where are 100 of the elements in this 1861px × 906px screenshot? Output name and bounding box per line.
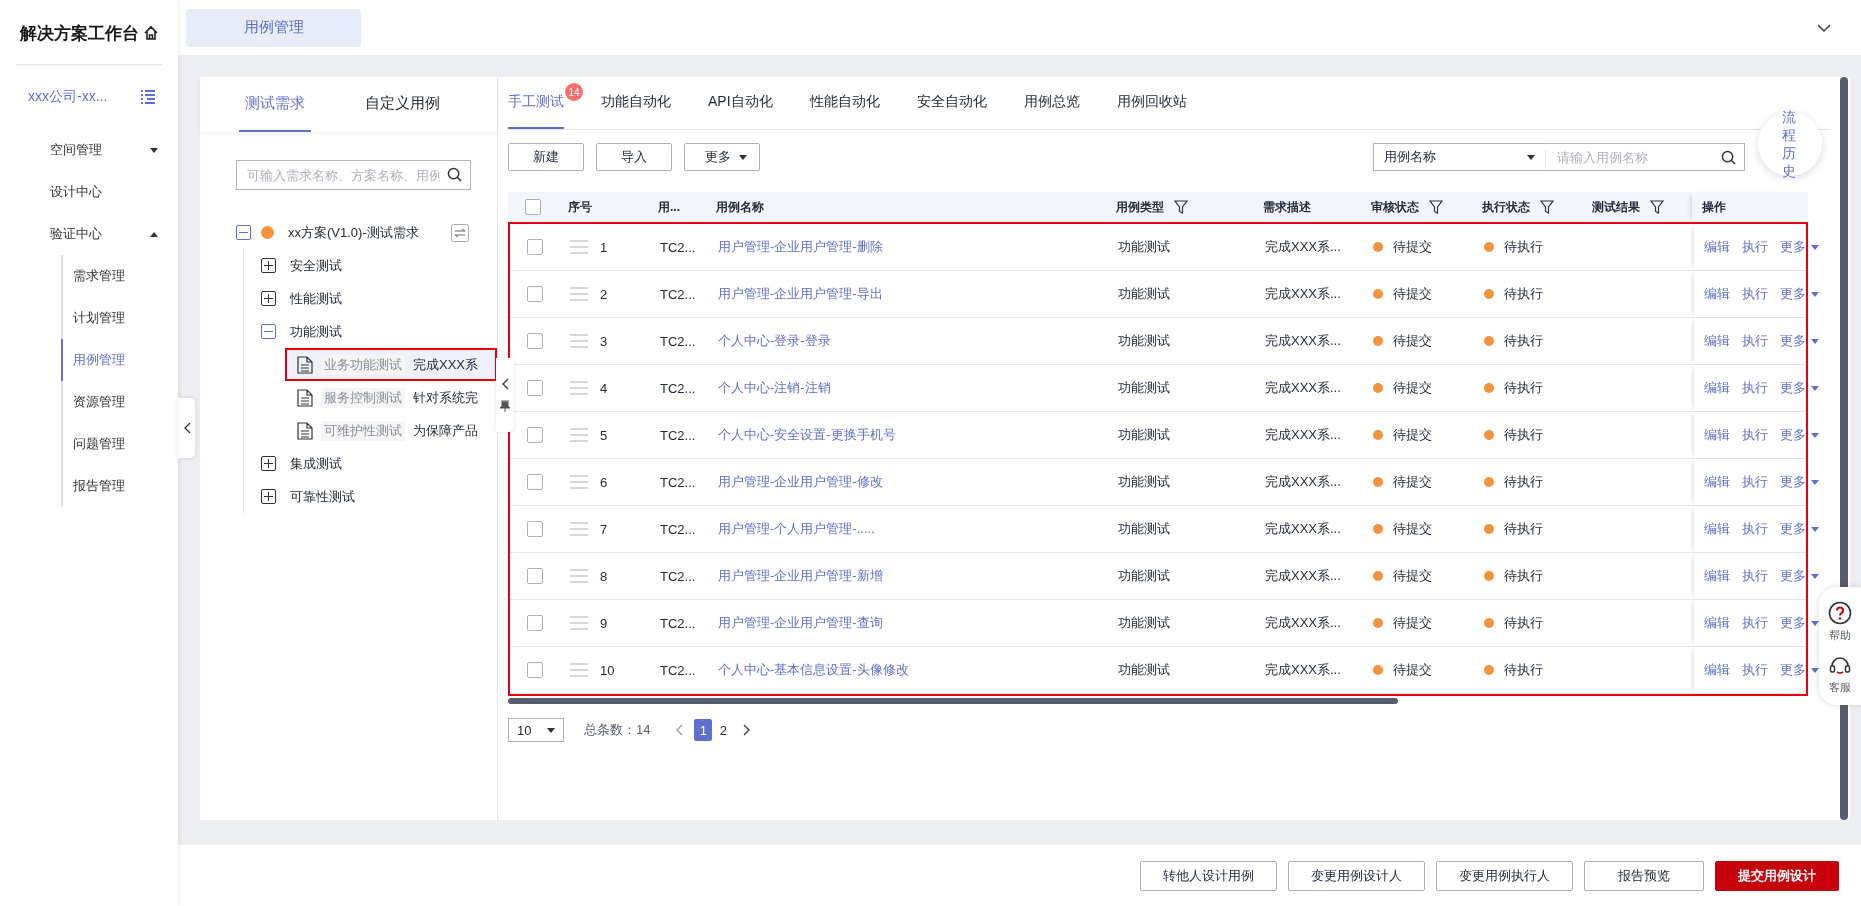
row-checkbox[interactable] [527, 286, 543, 302]
tree-node[interactable]: xx方案(V1.0)-测试需求 [288, 223, 419, 242]
tree-leaf[interactable]: 可维护性测试 为保障产品 [287, 416, 495, 445]
tree-node[interactable]: 安全测试 [290, 256, 342, 275]
tab[interactable]: 功能自动化 [601, 77, 671, 129]
footer-button[interactable]: 提交用例设计 [1715, 860, 1839, 891]
filter-icon[interactable] [1540, 200, 1554, 214]
case-link[interactable]: 个人中心-登录-登录 [718, 332, 831, 350]
panel-tab[interactable]: 自定义用例 [359, 77, 446, 132]
action-link[interactable]: 编辑 [1704, 426, 1730, 444]
action-link[interactable]: 执行 [1742, 520, 1768, 538]
tab[interactable]: 用例总览 [1023, 77, 1080, 129]
action-link[interactable]: 执行 [1742, 473, 1768, 491]
collapse-toggle[interactable] [236, 225, 251, 240]
process-history-button[interactable]: 流程历史 [1758, 112, 1822, 176]
action-link[interactable]: 更多 [1780, 238, 1819, 256]
case-link[interactable]: 个人中心-注销-注销 [718, 379, 831, 397]
toolbar-button[interactable]: 更多 [684, 143, 760, 171]
action-link[interactable]: 执行 [1742, 285, 1768, 303]
next-page-icon[interactable] [742, 724, 751, 736]
footer-button[interactable]: 转他人设计用例 [1140, 860, 1277, 891]
row-checkbox[interactable] [527, 427, 543, 443]
action-link[interactable]: 编辑 [1704, 520, 1730, 538]
toolbar-button[interactable]: 新建 [508, 143, 584, 171]
tab[interactable]: 安全自动化 [916, 77, 987, 129]
help-icon[interactable] [1828, 601, 1852, 625]
action-link[interactable]: 编辑 [1704, 661, 1730, 679]
submenu-item[interactable]: 报告管理 [61, 465, 178, 507]
previous-page-icon[interactable] [676, 724, 685, 736]
tab[interactable]: 性能自动化 [809, 77, 880, 129]
footer-button[interactable]: 变更用例设计人 [1288, 860, 1425, 891]
list-icon[interactable] [140, 90, 156, 104]
drag-handle-icon[interactable] [570, 240, 588, 254]
expand-toggle[interactable] [261, 291, 276, 306]
drag-handle-icon[interactable] [570, 381, 588, 395]
tree-node[interactable]: 集成测试 [290, 454, 342, 473]
action-link[interactable]: 编辑 [1704, 238, 1730, 256]
swap-icon[interactable] [451, 223, 469, 242]
case-link[interactable]: 用户管理-企业用户管理-新增 [718, 567, 883, 585]
submenu-item[interactable]: 资源管理 [61, 381, 178, 423]
action-link[interactable]: 编辑 [1704, 614, 1730, 632]
collapse-handle[interactable] [496, 358, 514, 432]
row-checkbox[interactable] [527, 380, 543, 396]
select-all-checkbox[interactable] [525, 199, 541, 215]
chevron-down-icon[interactable] [1817, 23, 1831, 32]
tree-node[interactable]: 性能测试 [290, 289, 342, 308]
drag-handle-icon[interactable] [570, 616, 588, 630]
footer-button[interactable]: 变更用例执行人 [1436, 860, 1573, 891]
action-link[interactable]: 执行 [1742, 661, 1768, 679]
action-link[interactable]: 更多 [1780, 567, 1819, 585]
submenu-item[interactable]: 需求管理 [61, 255, 178, 297]
help-label[interactable]: 客服 [1829, 680, 1851, 695]
filter-icon[interactable] [1650, 200, 1664, 214]
drag-handle-icon[interactable] [570, 522, 588, 536]
action-link[interactable]: 执行 [1742, 238, 1768, 256]
drag-handle-icon[interactable] [570, 569, 588, 583]
help-label[interactable]: 帮助 [1829, 628, 1851, 643]
drag-handle-icon[interactable] [570, 475, 588, 489]
action-link[interactable]: 执行 [1742, 567, 1768, 585]
page-size-select[interactable]: 10 [508, 718, 564, 742]
case-link[interactable]: 个人中心-基本信息设置-头像修改 [718, 661, 909, 679]
action-link[interactable]: 更多 [1780, 520, 1819, 538]
row-checkbox[interactable] [527, 615, 543, 631]
horizontal-scrollbar[interactable] [508, 698, 1398, 704]
tree-leaf[interactable]: 业务功能测试 完成XXX系 [287, 350, 495, 379]
panel-tab[interactable]: 测试需求 [239, 77, 311, 132]
case-link[interactable]: 用户管理-企业用户管理-导出 [718, 285, 883, 303]
action-link[interactable]: 执行 [1742, 379, 1768, 397]
action-link[interactable]: 更多 [1780, 473, 1819, 491]
expand-toggle[interactable] [261, 456, 276, 471]
page-button[interactable]: 2 [714, 719, 733, 741]
tree-node[interactable]: 可靠性测试 [290, 487, 355, 506]
page-button[interactable]: 1 [694, 719, 713, 741]
tab[interactable]: 手工测试 [508, 77, 564, 129]
action-link[interactable]: 更多 [1780, 426, 1819, 444]
tree-node[interactable]: 功能测试 [290, 322, 342, 341]
expand-toggle[interactable] [261, 489, 276, 504]
row-checkbox[interactable] [527, 333, 543, 349]
drag-handle-icon[interactable] [570, 287, 588, 301]
filter-icon[interactable] [1174, 200, 1188, 214]
tab[interactable]: 用例回收站 [1116, 77, 1187, 129]
action-link[interactable]: 编辑 [1704, 332, 1730, 350]
case-link[interactable]: 用户管理-个人用户管理-..... [718, 520, 875, 538]
action-link[interactable]: 更多 [1780, 285, 1819, 303]
field-select[interactable]: 用例名称 [1373, 143, 1545, 171]
collapse-handle[interactable] [178, 398, 195, 458]
action-link[interactable]: 编辑 [1704, 285, 1730, 303]
menu-item[interactable]: 空间管理 [0, 129, 178, 171]
action-link[interactable]: 更多 [1780, 332, 1819, 350]
case-link[interactable]: 用户管理-企业用户管理-修改 [718, 473, 883, 491]
submenu-item[interactable]: 问题管理 [61, 423, 178, 465]
toolbar-button[interactable]: 导入 [596, 143, 672, 171]
row-checkbox[interactable] [527, 521, 543, 537]
row-checkbox[interactable] [527, 239, 543, 255]
row-checkbox[interactable] [527, 662, 543, 678]
page-tab[interactable]: 用例管理 [186, 8, 361, 47]
expand-toggle[interactable] [261, 258, 276, 273]
action-link[interactable]: 执行 [1742, 332, 1768, 350]
action-link[interactable]: 执行 [1742, 426, 1768, 444]
action-link[interactable]: 执行 [1742, 614, 1768, 632]
